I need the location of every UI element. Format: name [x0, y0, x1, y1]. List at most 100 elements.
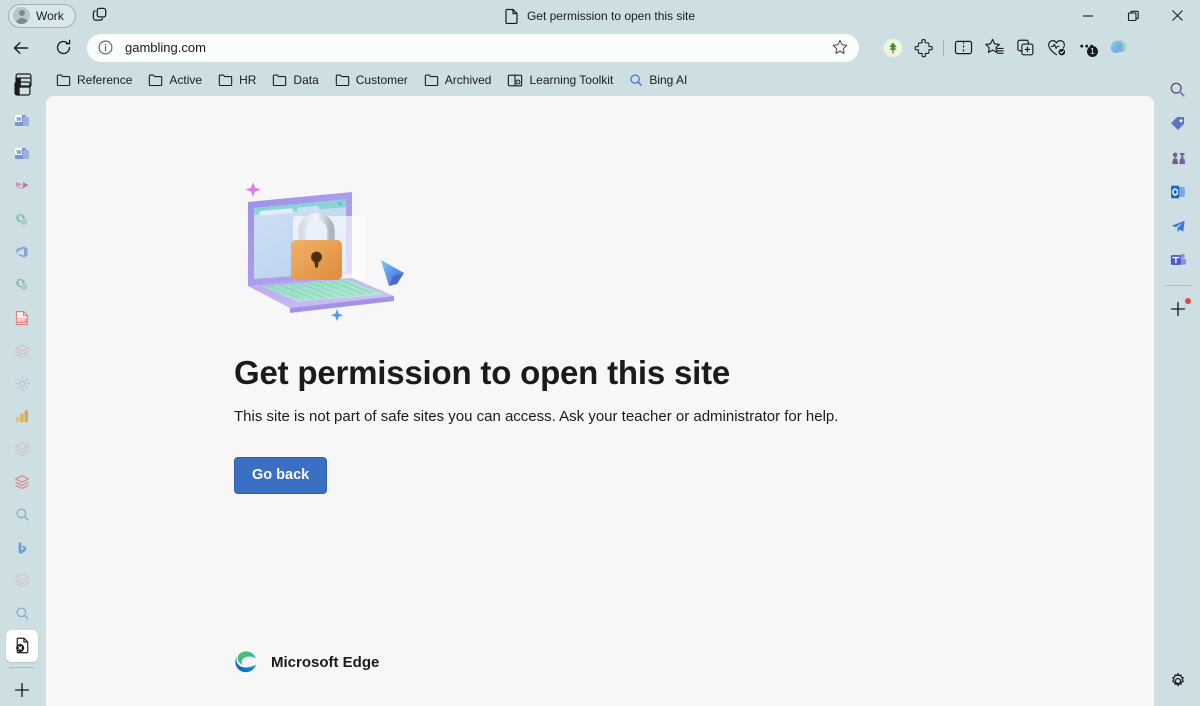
maximize-restore-button[interactable] [1110, 0, 1155, 31]
sidebar-item-layers-3[interactable] [6, 466, 38, 499]
more-options-icon[interactable]: 1 [1072, 33, 1103, 63]
page-subtext: This site is not part of safe sites you … [234, 408, 994, 425]
split-screen-icon[interactable] [948, 33, 979, 63]
right-sidebar-add-button[interactable] [1162, 292, 1194, 326]
tab-title: Get permission to open this site [527, 9, 695, 23]
bookmark-label: Learning Toolkit [529, 73, 613, 87]
folder-icon [424, 73, 439, 87]
collections-icon[interactable] [1010, 33, 1041, 63]
window-controls [1065, 0, 1200, 31]
address-bar-text[interactable]: gambling.com [125, 40, 831, 55]
right-sidebar-settings-button[interactable] [1162, 664, 1194, 698]
toolbar-divider [943, 40, 944, 56]
bookmark-label: Data [293, 73, 318, 87]
sidebar-item-settings-gear[interactable] [6, 367, 38, 400]
svg-text:S: S [18, 216, 22, 222]
sidebar-shopping-tag-icon[interactable] [1162, 107, 1194, 141]
copilot-icon[interactable] [1103, 33, 1134, 63]
sidebar-outlook-icon[interactable] [1162, 175, 1194, 209]
close-button[interactable] [1155, 0, 1200, 31]
left-sidebar: W W S S [0, 66, 44, 706]
folder-icon [272, 73, 287, 87]
bookmark-archived[interactable]: Archived [416, 68, 500, 92]
eco-tree-icon[interactable] [877, 33, 908, 63]
sidebar-item-layers[interactable] [6, 334, 38, 367]
sidebar-teams-icon[interactable] [1162, 243, 1194, 277]
right-sidebar-divider [1165, 285, 1191, 286]
laptop-padlock-illustration [234, 174, 424, 324]
sidebar-item-search-2[interactable] [6, 597, 38, 630]
profile-label: Work [36, 9, 64, 23]
active-tab[interactable]: Get permission to open this site [0, 0, 1200, 31]
right-sidebar [1156, 66, 1200, 706]
bookmark-bing-ai[interactable]: Bing AI [621, 68, 695, 92]
sidebar-add-button[interactable] [6, 673, 38, 706]
bookmark-label: Bing AI [649, 73, 687, 87]
bookmark-learning-toolkit[interactable]: Learning Toolkit [499, 68, 621, 92]
sidebar-item-pdf-document[interactable]: PDF [6, 302, 38, 335]
sidebar-item-search[interactable] [6, 498, 38, 531]
bookmarks-bar: Reference Active HR Data Customer Archiv… [0, 66, 1200, 94]
browser-toolbar-icons: 1 [865, 33, 1134, 63]
refresh-icon [54, 38, 73, 57]
bookmark-label: Reference [77, 73, 132, 87]
title-bar: Work Get permission to open this site [0, 0, 1200, 31]
puzzle-extensions-icon[interactable] [908, 33, 939, 63]
tab-actions-menu-icon[interactable] [90, 5, 112, 27]
refresh-button[interactable] [47, 33, 79, 63]
bookmark-active[interactable]: Active [140, 68, 210, 92]
brand-footer: Microsoft Edge [234, 650, 379, 674]
avatar [13, 7, 30, 24]
sidebar-item-azure-devops[interactable] [6, 236, 38, 269]
favorites-icon[interactable] [979, 33, 1010, 63]
microsoft-edge-logo [234, 650, 258, 674]
back-arrow-icon [11, 38, 31, 58]
sidebar-item-tab-actions[interactable] [6, 72, 38, 105]
bookmark-label: Customer [356, 73, 408, 87]
sidebar-item-power-bi[interactable] [6, 400, 38, 433]
page-document-icon [505, 8, 519, 24]
more-options-badge: 1 [1087, 46, 1098, 57]
bookmark-label: HR [239, 73, 256, 87]
folder-icon [335, 73, 350, 87]
sidebar-item-powerpoint[interactable] [6, 170, 38, 203]
address-bar[interactable]: gambling.com [87, 34, 859, 62]
bookmark-label: Archived [445, 73, 492, 87]
sidebar-item-sharepoint[interactable]: S [6, 203, 38, 236]
browser-essentials-icon[interactable] [1041, 33, 1072, 63]
bookmark-customer[interactable]: Customer [327, 68, 416, 92]
go-back-button[interactable]: Go back [234, 457, 327, 494]
svg-text:PDF: PDF [17, 318, 26, 323]
sidebar-item-layers-4[interactable] [6, 564, 38, 597]
site-info-icon[interactable] [97, 39, 115, 57]
sidebar-item-layers-2[interactable] [6, 433, 38, 466]
sidebar-games-icon[interactable] [1162, 141, 1194, 175]
profile-button[interactable]: Work [8, 4, 76, 28]
add-button-notification-dot [1185, 298, 1191, 304]
sidebar-telegram-send-icon[interactable] [1162, 209, 1194, 243]
folder-icon [148, 73, 163, 87]
svg-text:W: W [16, 117, 22, 123]
page-content: Get permission to open this site This si… [46, 96, 1154, 706]
sidebar-item-sharepoint-2[interactable]: S [6, 269, 38, 302]
folder-icon [56, 73, 71, 87]
bookmark-data[interactable]: Data [264, 68, 326, 92]
sidebar-item-word-document[interactable]: W [6, 105, 38, 138]
minimize-button[interactable] [1065, 0, 1110, 31]
folder-icon [218, 73, 233, 87]
reading-toolkit-icon [507, 73, 523, 88]
back-button[interactable] [5, 33, 37, 63]
sidebar-search-icon[interactable] [1162, 73, 1194, 107]
bookmark-hr[interactable]: HR [210, 68, 264, 92]
bookmark-label: Active [169, 73, 202, 87]
sidebar-item-bing[interactable] [6, 531, 38, 564]
bookmark-reference[interactable]: Reference [48, 68, 140, 92]
svg-text:W: W [16, 150, 22, 156]
navigation-toolbar: gambling.com [0, 31, 1200, 64]
search-icon [629, 73, 643, 87]
page-title: Get permission to open this site [234, 354, 994, 392]
sidebar-item-word-document-2[interactable]: W [6, 138, 38, 171]
sidebar-divider [9, 667, 35, 668]
sidebar-item-blocked-page[interactable] [6, 630, 38, 663]
favorite-star-icon[interactable] [831, 38, 851, 58]
